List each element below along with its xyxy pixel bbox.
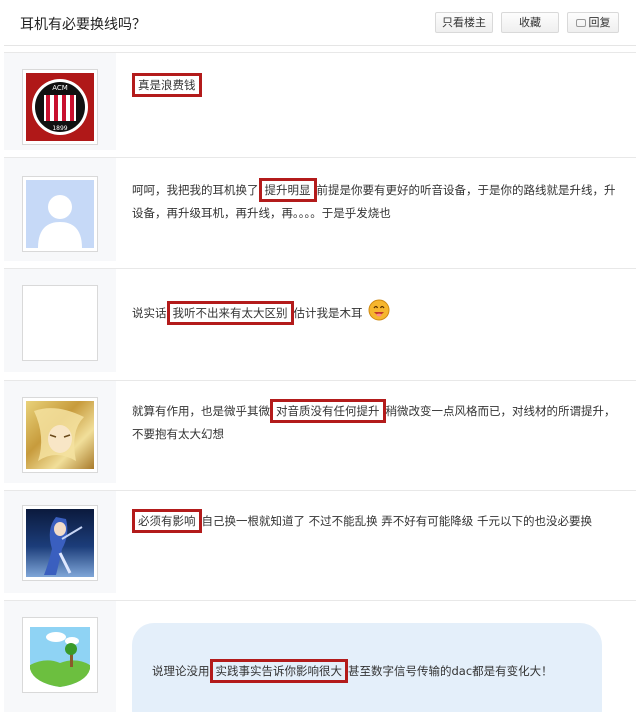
user-silhouette-icon [38, 195, 82, 248]
post-content: 说实话 我听不出来有太大区别 估计我是木耳 [132, 299, 390, 328]
ac-milan-logo-icon: ACM 1899 [32, 79, 88, 135]
post-content: 呵呵，我把我的耳机换了 提升明显 前提是你要有更好的听音设备，于是你的路线就是升线，… [132, 178, 616, 224]
post-content: 就算有作用，也是微乎其微 对音质没有任何提升 稍微改变一点风格而已，对线材的所谓提升… [132, 399, 616, 445]
highlighted-text: 真是浪费钱 [132, 73, 202, 97]
thread-title: 耳机有必要换线吗？ [20, 17, 146, 33]
highlighted-text: 我听不出来有太大区别 [166, 301, 294, 325]
post-text: 呵呵，我把我的耳机换了 [132, 183, 259, 197]
avatar[interactable] [22, 176, 98, 252]
avatar[interactable]: ACM 1899 [22, 69, 98, 145]
smile-emoticon-icon [368, 299, 390, 328]
post-text: 自己换一根就知道了 不过不能乱换 弄不好有可能降级 千元以下的也没必要换 [201, 514, 592, 528]
highlighted-text: 对音质没有任何提升 [270, 399, 386, 423]
avatar[interactable] [22, 285, 98, 361]
anime-character-icon [34, 408, 84, 461]
post-content: 说理论没用 实践事实告诉你影响很大 甚至数字信号传输的dac都是有变化大！ [152, 659, 553, 683]
only-author-button[interactable]: 只看楼主 [435, 12, 493, 33]
highlighted-text: 实践事实告诉你影响很大 [209, 659, 348, 683]
reply-post: 必须有影响 自己换一根就知道了 不过不能乱换 弄不好有可能降级 千元以下的也没必要… [4, 490, 636, 593]
avatar[interactable] [22, 617, 98, 693]
highlighted-text: 提升明显 [258, 178, 317, 202]
highlighted-text: 必须有影响 [132, 509, 202, 533]
thread-header: 耳机有必要换线吗？ 只看楼主 收藏 回复 [4, 0, 636, 46]
reply-post: ACM 1899 真是浪费钱 [4, 52, 636, 150]
reply-post: 就算有作用，也是微乎其微 对音质没有任何提升 稍微改变一点风格而已，对线材的所谓提升… [4, 380, 636, 483]
cartoon-landscape-icon [30, 627, 90, 687]
post-content: 真是浪费钱 [132, 73, 202, 97]
comment-icon [575, 19, 586, 27]
post-content: 必须有影响 自己换一根就知道了 不过不能乱换 弄不好有可能降级 千元以下的也没必要… [132, 509, 616, 533]
avatar[interactable] [22, 505, 98, 581]
avatar[interactable] [22, 397, 98, 473]
reply-label: 回复 [588, 16, 611, 29]
post-text: 就算有作用，也是微乎其微 [132, 404, 270, 418]
avatar-logo-text: ACM [52, 84, 68, 92]
reply-post: 说理论没用 实践事实告诉你影响很大 甚至数字信号传输的dac都是有变化大！ [4, 600, 636, 712]
reply-post: 呵呵，我把我的耳机换了 提升明显 前提是你要有更好的听音设备，于是你的路线就是升线，… [4, 157, 636, 261]
post-text: 甚至数字信号传输的dac都是有变化大！ [348, 664, 553, 678]
reply-button[interactable]: 回复 [567, 12, 619, 33]
avatar-logo-year: 1899 [52, 125, 67, 132]
post-text: 说实话 [132, 306, 167, 320]
favorite-button[interactable]: 收藏 [501, 12, 559, 33]
post-text: 估计我是木耳 [293, 306, 363, 320]
post-text: 说理论没用 [152, 664, 210, 678]
reply-post: 说实话 我听不出来有太大区别 估计我是木耳 [4, 268, 636, 372]
anime-character-icon [44, 517, 83, 575]
